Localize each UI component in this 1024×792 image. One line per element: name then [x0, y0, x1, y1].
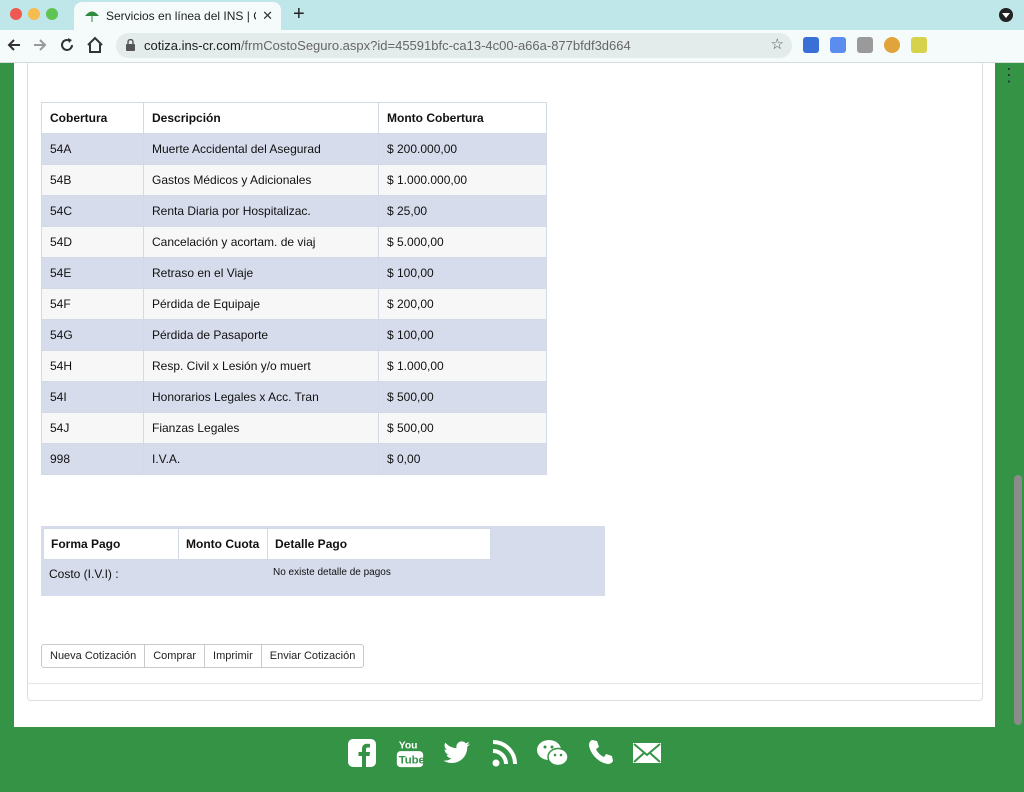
tab-close-icon[interactable]: ✕: [262, 8, 273, 24]
coverage-description: Pérdida de Pasaporte: [143, 319, 379, 351]
tab-title: Servicios en línea del INS | Coti: [106, 9, 256, 23]
table-row: 54E Retraso en el Viaje $ 100,00: [41, 257, 547, 289]
tab-search-icon[interactable]: [999, 8, 1013, 22]
payment-table: Forma Pago Monto Cuota Detalle Pago Cost…: [41, 526, 605, 596]
browser-tab-bar: Servicios en línea del INS | Coti ✕ +: [0, 0, 1024, 30]
new-quote-button[interactable]: Nueva Cotización: [41, 644, 146, 668]
panel-divider: [27, 683, 981, 684]
address-bar[interactable]: cotiza.ins-cr.com/frmCostoSeguro.aspx?id…: [116, 33, 792, 58]
phone-icon[interactable]: [586, 737, 616, 769]
action-button-group: Nueva Cotización Comprar Imprimir Enviar…: [41, 644, 365, 668]
table-row: 54A Muerte Accidental del Asegurad $ 200.0…: [41, 133, 547, 165]
coverage-amount: $ 25,00: [378, 195, 547, 227]
extension-snowflake-icon[interactable]: [803, 37, 819, 53]
coverage-table-header: Cobertura Descripción Monto Cobertura: [41, 102, 547, 134]
coverage-code: 54B: [41, 164, 144, 196]
column-header-descripcion: Descripción: [143, 102, 379, 134]
table-row: 54C Renta Diaria por Hospitalizac. $ 25,00: [41, 195, 547, 227]
column-header-monto-cuota: Monto Cuota: [179, 529, 268, 559]
coverage-amount: $ 1.000,00: [378, 350, 547, 382]
coverage-amount: $ 0,00: [378, 443, 547, 475]
wechat-icon[interactable]: [536, 737, 570, 769]
rss-icon[interactable]: [490, 737, 520, 769]
svg-text:You: You: [399, 740, 418, 751]
coverage-code: 54D: [41, 226, 144, 258]
twitter-icon[interactable]: [442, 737, 472, 769]
coverage-amount: $ 500,00: [378, 412, 547, 444]
extension-bowl-icon[interactable]: [884, 37, 900, 53]
coverage-amount: $ 200.000,00: [378, 133, 547, 165]
column-header-forma-pago: Forma Pago: [44, 529, 179, 559]
youtube-icon[interactable]: You Tube: [395, 737, 425, 769]
forward-icon[interactable]: [30, 35, 50, 55]
table-row: 54D Cancelación y acortam. de viaj $ 5.000…: [41, 226, 547, 258]
coverage-description: I.V.A.: [143, 443, 379, 475]
coverage-amount: $ 100,00: [378, 319, 547, 351]
new-tab-button[interactable]: +: [293, 3, 305, 26]
table-row: 54I Honorarios Legales x Acc. Tran $ 500,0…: [41, 381, 547, 413]
coverage-description: Pérdida de Equipaje: [143, 288, 379, 320]
coverage-code: 54G: [41, 319, 144, 351]
back-icon[interactable]: [4, 35, 24, 55]
reload-icon[interactable]: [57, 35, 77, 55]
table-row: 54B Gastos Médicos y Adicionales $ 1.000.0…: [41, 164, 547, 196]
extension-glasses-icon[interactable]: [857, 37, 873, 53]
page-content: Cobertura Descripción Monto Cobertura 54…: [14, 63, 995, 727]
table-row: 54H Resp. Civil x Lesión y/o muert $ 1.000…: [41, 350, 547, 382]
coverage-description: Renta Diaria por Hospitalizac.: [143, 195, 379, 227]
table-row: 54G Pérdida de Pasaporte $ 100,00: [41, 319, 547, 351]
table-row: 54F Pérdida de Equipaje $ 200,00: [41, 288, 547, 320]
coverage-description: Resp. Civil x Lesión y/o muert: [143, 350, 379, 382]
table-row: 54J Fianzas Legales $ 500,00: [41, 412, 547, 444]
coverage-amount: $ 5.000,00: [378, 226, 547, 258]
buy-button[interactable]: Comprar: [144, 644, 206, 668]
coverage-description: Fianzas Legales: [143, 412, 379, 444]
coverage-amount: $ 500,00: [378, 381, 547, 413]
print-button[interactable]: Imprimir: [204, 644, 262, 668]
coverage-code: 54E: [41, 257, 144, 289]
coverage-code: 54H: [41, 350, 144, 382]
column-header-cobertura: Cobertura: [41, 102, 144, 134]
coverage-amount: $ 200,00: [378, 288, 547, 320]
coverage-code: 998: [41, 443, 144, 475]
payment-table-header: Forma Pago Monto Cuota Detalle Pago: [43, 528, 491, 560]
extension-translate-icon[interactable]: [830, 37, 846, 53]
minimize-window-button[interactable]: [28, 8, 40, 20]
coverage-description: Muerte Accidental del Asegurad: [143, 133, 379, 165]
umbrella-favicon-icon: [85, 11, 99, 22]
coverage-code: 54F: [41, 288, 144, 320]
lock-icon: [126, 39, 135, 51]
facebook-icon[interactable]: [347, 737, 377, 769]
column-header-detalle-pago: Detalle Pago: [275, 537, 348, 551]
browser-tab[interactable]: Servicios en línea del INS | Coti ✕: [74, 2, 281, 30]
coverage-description: Honorarios Legales x Acc. Tran: [143, 381, 379, 413]
coverage-description: Retraso en el Viaje: [143, 257, 379, 289]
close-window-button[interactable]: [10, 8, 22, 20]
mail-icon[interactable]: [632, 737, 662, 769]
browser-toolbar: cotiza.ins-cr.com/frmCostoSeguro.aspx?id…: [0, 30, 1024, 88]
table-row: 998 I.V.A. $ 0,00: [41, 443, 547, 475]
coverage-description: Gastos Médicos y Adicionales: [143, 164, 379, 196]
bookmark-star-icon[interactable]: ☆: [771, 35, 784, 53]
coverage-code: 54A: [41, 133, 144, 165]
column-header-monto: Monto Cobertura: [378, 102, 547, 134]
coverage-code: 54J: [41, 412, 144, 444]
coverage-amount: $ 1.000.000,00: [378, 164, 547, 196]
coverage-description: Cancelación y acortam. de viaj: [143, 226, 379, 258]
no-payment-details-text: No existe detalle de pagos: [273, 567, 391, 578]
url-text: cotiza.ins-cr.com/frmCostoSeguro.aspx?id…: [144, 38, 631, 53]
maximize-window-button[interactable]: [46, 8, 58, 20]
svg-text:Tube: Tube: [399, 754, 425, 766]
send-quote-button[interactable]: Enviar Cotización: [260, 644, 365, 668]
cost-label: Costo (I.V.I) :: [49, 567, 119, 581]
scrollbar-thumb[interactable]: [1014, 475, 1022, 725]
home-icon[interactable]: [85, 35, 105, 55]
coverage-table: Cobertura Descripción Monto Cobertura 54…: [41, 102, 547, 475]
coverage-amount: $ 100,00: [378, 257, 547, 289]
coverage-code: 54I: [41, 381, 144, 413]
coverage-code: 54C: [41, 195, 144, 227]
extension-timer-icon[interactable]: [911, 37, 927, 53]
